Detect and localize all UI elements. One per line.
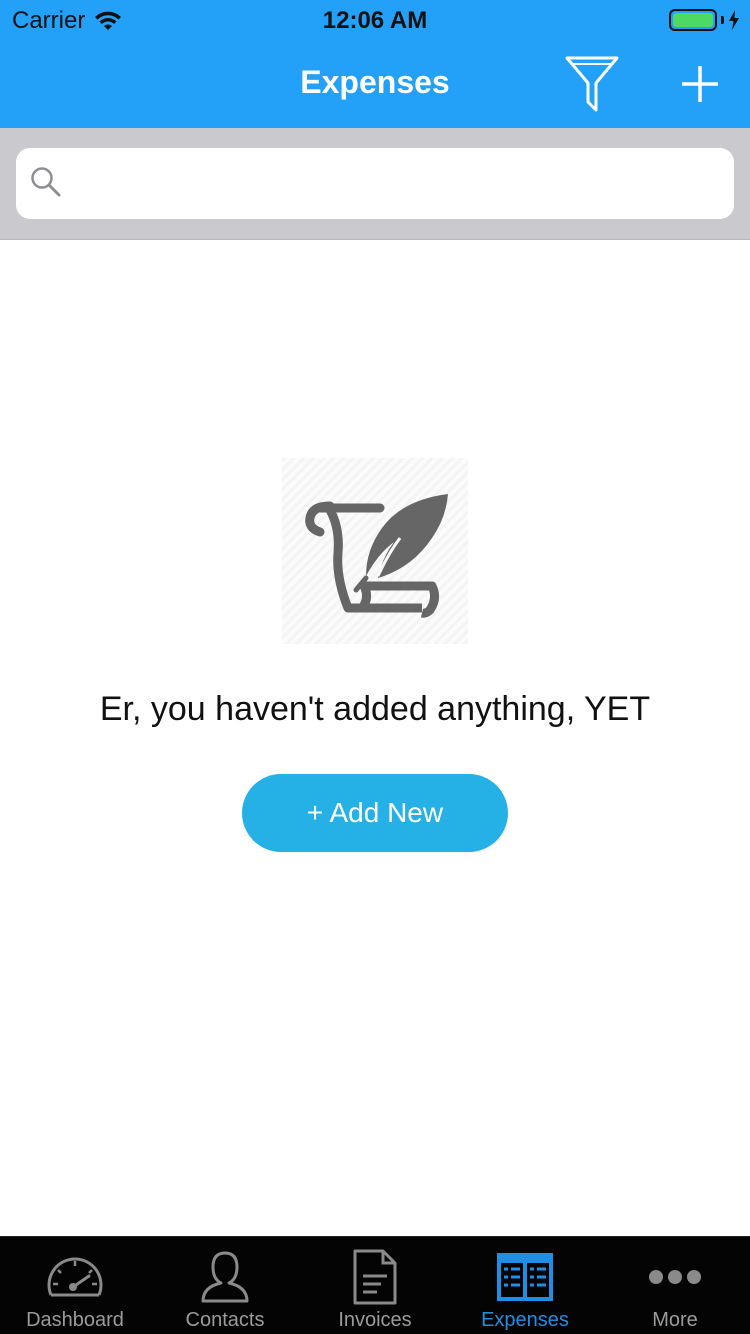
search-bar	[0, 128, 750, 240]
tab-label: More	[652, 1309, 698, 1331]
tab-expenses[interactable]: Expenses	[450, 1237, 600, 1334]
add-expense-button[interactable]	[670, 54, 730, 114]
person-icon	[193, 1247, 257, 1307]
filter-funnel-icon	[565, 56, 619, 112]
tab-dashboard[interactable]: Dashboard	[0, 1237, 150, 1334]
status-time: 12:06 AM	[322, 7, 428, 34]
empty-state-message: Er, you haven't added anything, YET	[99, 690, 651, 728]
speedometer-icon	[43, 1247, 107, 1307]
scroll-quill-icon	[305, 494, 448, 618]
tab-label: Contacts	[185, 1309, 265, 1331]
tab-label: Dashboard	[26, 1309, 124, 1331]
tab-more[interactable]: More	[600, 1237, 750, 1334]
plus-icon	[682, 66, 718, 102]
battery-icon	[669, 9, 740, 31]
add-new-button[interactable]: + Add New	[242, 774, 508, 852]
charging-bolt-icon	[729, 10, 739, 30]
page-title: Expenses	[300, 64, 450, 100]
tab-bar: Dashboard Contacts Invoices Expenses Mor…	[0, 1236, 750, 1334]
expenses-ledger-icon	[493, 1247, 557, 1307]
filter-button[interactable]	[562, 54, 622, 114]
tab-invoices[interactable]: Invoices	[300, 1237, 450, 1334]
header: Carrier 12:06 AM Expenses	[0, 0, 750, 128]
search-input[interactable]	[74, 148, 714, 219]
navigation-bar: Expenses	[0, 40, 750, 128]
tab-label: Expenses	[481, 1309, 569, 1331]
status-bar: Carrier 12:06 AM	[0, 0, 750, 40]
tab-contacts[interactable]: Contacts	[150, 1237, 300, 1334]
add-new-label: + Add New	[306, 797, 444, 828]
empty-state-illustration	[282, 458, 468, 644]
more-dots-icon	[643, 1247, 707, 1307]
document-icon	[343, 1247, 407, 1307]
search-icon	[31, 167, 61, 197]
tab-label: Invoices	[338, 1309, 412, 1331]
expenses-screen: Carrier 12:06 AM Expenses Er, you haven'…	[0, 0, 750, 1334]
